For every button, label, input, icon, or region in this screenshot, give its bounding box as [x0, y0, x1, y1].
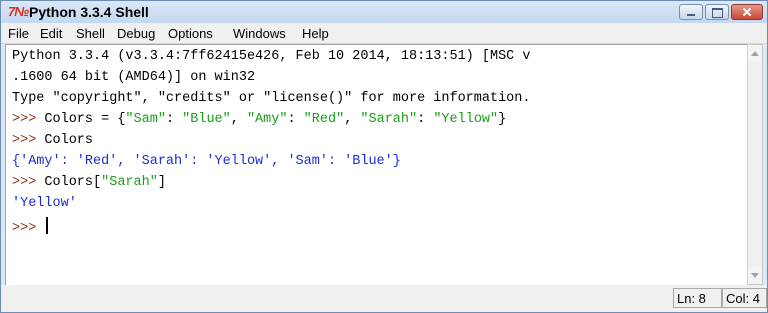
code: Colors = {	[44, 112, 126, 127]
code: ,	[344, 112, 361, 127]
input-line-1: >>> Colors = {"Sam": "Blue", "Amy": "Red…	[12, 112, 506, 127]
status-bar: Ln: 8 Col: 4	[1, 285, 767, 312]
input-line-3: >>> Colors["Sarah"]	[12, 175, 166, 190]
menu-debug[interactable]: Debug	[117, 26, 155, 41]
code: Colors[	[44, 175, 102, 190]
python-idle-icon: 7№	[8, 4, 29, 19]
menu-windows[interactable]: Windows	[233, 26, 286, 41]
input-line-2: >>> Colors	[12, 133, 93, 148]
minimize-button[interactable]	[679, 4, 703, 20]
menu-shell[interactable]: Shell	[76, 26, 105, 41]
close-button[interactable]	[731, 4, 763, 20]
maximize-button[interactable]	[705, 4, 729, 20]
column-number: Col: 4	[722, 288, 767, 308]
code: :	[417, 112, 434, 127]
code: :	[165, 112, 183, 127]
prompt: >>>	[12, 175, 45, 190]
vertical-scrollbar[interactable]	[747, 44, 763, 285]
scroll-up-arrow-icon[interactable]	[748, 45, 762, 62]
menu-file[interactable]: File	[8, 26, 29, 41]
input-line-current[interactable]: >>>	[12, 217, 49, 236]
output-line-2: 'Yellow'	[12, 196, 77, 211]
prompt: >>>	[12, 112, 45, 127]
string-literal: "Sarah"	[360, 112, 418, 127]
output-line-1: {'Amy': 'Red', 'Sarah': 'Yellow', 'Sam':…	[12, 154, 401, 169]
scroll-down-arrow-icon[interactable]	[748, 267, 762, 284]
banner-line-3: Type "copyright", "credits" or "license(…	[12, 91, 531, 106]
string-literal: "Yellow"	[433, 112, 499, 127]
line-number: Ln: 8	[673, 288, 722, 308]
idle-shell-window: 7№ Python 3.3.4 Shell File Edit Shell De…	[0, 0, 768, 313]
code: ]	[157, 175, 166, 190]
title-bar[interactable]: 7№ Python 3.3.4 Shell	[1, 1, 767, 23]
code: :	[287, 112, 304, 127]
string-literal: "Sarah"	[101, 175, 158, 190]
menu-options[interactable]: Options	[168, 26, 213, 41]
menu-help[interactable]: Help	[302, 26, 329, 41]
text-cursor	[46, 217, 49, 234]
code: Colors	[44, 133, 94, 148]
prompt: >>>	[12, 133, 45, 148]
banner-line-2: .1600 64 bit (AMD64)] on win32	[12, 70, 256, 85]
string-literal: "Amy"	[246, 112, 288, 127]
code: ,	[230, 112, 247, 127]
menu-edit[interactable]: Edit	[40, 26, 62, 41]
prompt: >>>	[12, 221, 45, 236]
banner-line-1: Python 3.3.4 (v3.3.4:7ff62415e426, Feb 1…	[12, 49, 531, 64]
code: }	[498, 112, 507, 127]
string-literal: "Blue"	[182, 112, 231, 127]
window-title: Python 3.3.4 Shell	[29, 4, 149, 20]
string-literal: "Sam"	[125, 112, 166, 127]
string-literal: "Red"	[303, 112, 345, 127]
menu-bar: File Edit Shell Debug Options Windows He…	[1, 23, 767, 44]
shell-text-area[interactable]: Python 3.3.4 (v3.3.4:7ff62415e426, Feb 1…	[5, 44, 748, 286]
